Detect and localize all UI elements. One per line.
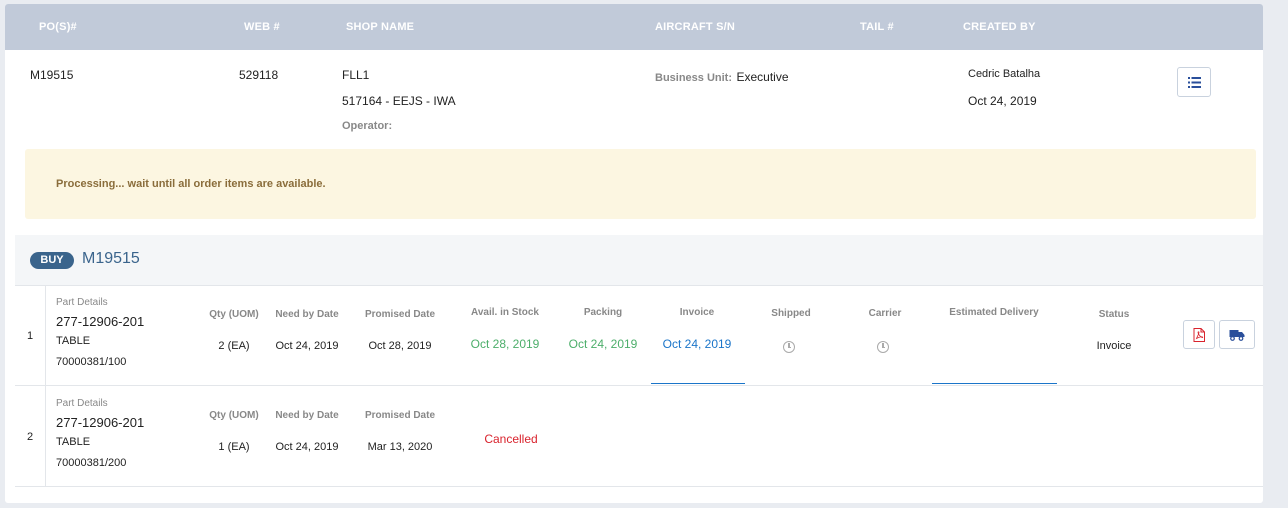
divider: [15, 385, 1263, 386]
business-unit-value: Executive: [736, 70, 789, 84]
po-header-bar: PO(S)# WEB # SHOP NAME AIRCRAFT S/N TAIL…: [5, 4, 1263, 50]
part-description: TABLE: [56, 436, 91, 448]
col-shop-name: SHOP NAME: [346, 21, 415, 33]
created-date: Oct 24, 2019: [968, 94, 1037, 108]
need-by-value: Oct 24, 2019: [275, 340, 339, 352]
promised-label: Promised Date: [364, 410, 436, 421]
part-description: TABLE: [56, 335, 91, 347]
item-index: 2: [27, 431, 34, 443]
col-created-by: CREATED BY: [963, 21, 1036, 33]
carrier-label: Carrier: [868, 308, 902, 319]
business-unit-label: Business Unit:: [655, 72, 733, 84]
list-icon: [1187, 76, 1201, 88]
truck-icon: [1229, 329, 1245, 341]
col-tail-number: TAIL #: [860, 21, 894, 33]
po-card: PO(S)# WEB # SHOP NAME AIRCRAFT S/N TAIL…: [5, 4, 1263, 503]
est-delivery-label: Estimated Delivery: [949, 307, 1039, 318]
col-aircraft-sn: AIRCRAFT S/N: [655, 21, 736, 33]
shop-detail: 517164 - EEJS - IWA: [342, 94, 456, 108]
need-by-value: Oct 24, 2019: [275, 441, 339, 453]
pdf-icon: [1193, 327, 1205, 342]
part-number: 277-12906-201: [56, 314, 145, 329]
divider: [15, 285, 1263, 286]
shipped-clock-icon: [783, 341, 795, 353]
item-index: 1: [27, 330, 34, 342]
po-number: M19515: [30, 68, 74, 82]
part-ref: 70000381/200: [56, 457, 127, 469]
avail-stock-value: Oct 28, 2019: [470, 337, 540, 351]
invoice-underline: [651, 383, 745, 384]
part-details-label: Part Details: [56, 297, 108, 308]
track-shipment-button[interactable]: [1219, 320, 1255, 349]
need-by-label: Need by Date: [275, 410, 339, 421]
created-by: Cedric Batalha: [968, 68, 1041, 80]
order-id: M19515: [82, 250, 140, 267]
shop-name: FLL1: [342, 68, 370, 82]
web-number: 529118: [239, 68, 279, 82]
qty-label: Qty (UOM): [209, 410, 259, 421]
processing-alert: Processing... wait until all order items…: [25, 149, 1256, 219]
promised-label: Promised Date: [364, 309, 436, 320]
invoice-label: Invoice: [679, 307, 715, 318]
qty-value: 1 (EA): [218, 441, 250, 453]
divider: [15, 486, 1263, 487]
need-by-label: Need by Date: [275, 309, 339, 320]
operator-label: Operator:: [342, 120, 393, 132]
col-po-number: PO(S)#: [39, 21, 77, 33]
pdf-button[interactable]: [1183, 320, 1215, 349]
qty-value: 2 (EA): [218, 340, 250, 352]
carrier-clock-icon: [877, 341, 889, 353]
order-type-badge: BUY: [30, 252, 74, 269]
order-header: BUY M19515: [15, 235, 1263, 285]
shipped-label: Shipped: [771, 308, 811, 319]
status-label: Status: [1098, 309, 1130, 320]
status-value: Invoice: [1096, 340, 1132, 352]
invoice-link[interactable]: Oct 24, 2019: [663, 337, 732, 351]
promised-value: Oct 28, 2019: [368, 340, 432, 352]
avail-stock-label: Avail. in Stock: [471, 307, 539, 318]
col-web-number: WEB #: [244, 21, 280, 33]
packing-label: Packing: [583, 307, 623, 318]
cancelled-status: Cancelled: [484, 432, 538, 446]
part-ref: 70000381/100: [56, 356, 127, 368]
alert-message: Processing... wait until all order items…: [56, 178, 326, 190]
packing-value: Oct 24, 2019: [568, 337, 638, 351]
business-unit: Business Unit: Executive: [655, 68, 789, 86]
promised-value: Mar 13, 2020: [367, 441, 433, 453]
details-list-button[interactable]: [1177, 67, 1211, 97]
est-delivery-underline: [932, 383, 1057, 384]
qty-label: Qty (UOM): [209, 309, 259, 320]
part-number: 277-12906-201: [56, 415, 145, 430]
part-details-label: Part Details: [56, 398, 108, 409]
